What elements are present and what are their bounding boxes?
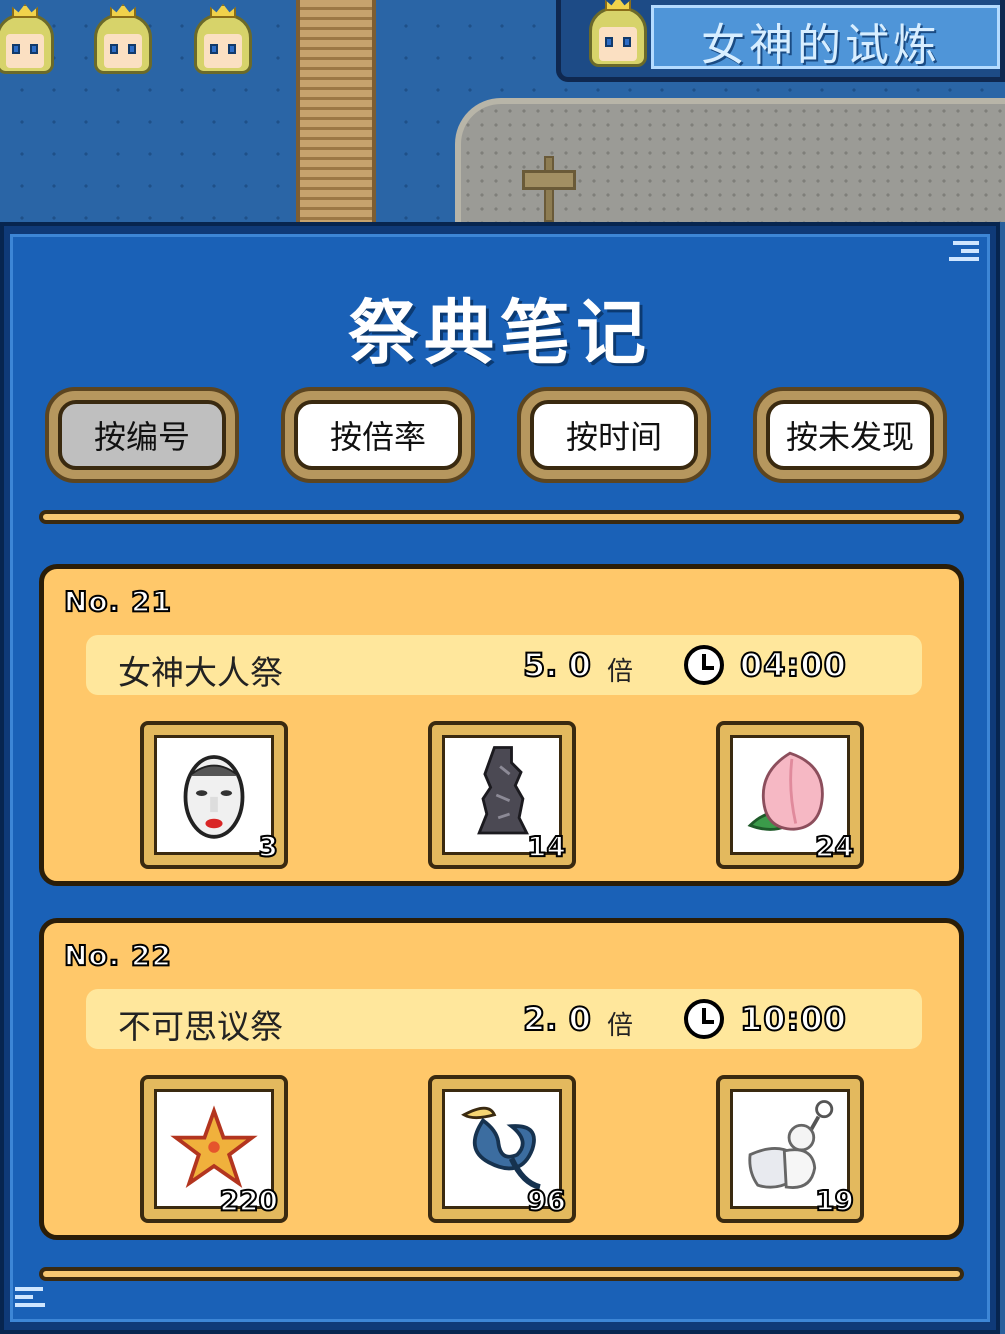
- mask-icon: [183, 755, 245, 839]
- festival-duration: 04:00: [739, 645, 847, 685]
- clock-icon: [684, 999, 724, 1039]
- party-member-avatar[interactable]: [88, 4, 158, 78]
- sort-by-undiscovered-button[interactable]: 按未发现: [753, 387, 947, 483]
- list-divider-bottom: [39, 1267, 964, 1281]
- clock-icon: [684, 645, 724, 685]
- festival-number: No. 21: [63, 584, 173, 619]
- item-slot-mask[interactable]: 3: [140, 721, 288, 869]
- festival-name: 不可思议祭: [118, 1007, 283, 1046]
- item-slot-peach[interactable]: 24: [716, 721, 864, 869]
- festival-card[interactable]: No. 22 不可思议祭 2. 0 倍 10:00 220 96 19: [39, 918, 964, 1240]
- item-count: 14: [526, 829, 567, 864]
- festival-duration: 10:00: [739, 999, 847, 1039]
- festival-card[interactable]: No. 21 女神大人祭 5. 0 倍 04:00 3 14 24: [39, 564, 964, 886]
- party-member-avatar[interactable]: [0, 4, 60, 78]
- sort-button-label: 按编号: [58, 400, 226, 470]
- item-slot-starfish[interactable]: 220: [140, 1075, 288, 1223]
- festival-info-bar: 不可思议祭 2. 0 倍 10:00: [86, 989, 922, 1049]
- goddess-avatar: [583, 0, 653, 71]
- sort-button-label: 按倍率: [294, 400, 462, 470]
- multiplier-unit: 倍: [607, 1011, 634, 1041]
- game-map-scene: 女神的试炼: [0, 0, 1005, 222]
- item-count: 24: [814, 829, 855, 864]
- item-count: 3: [257, 829, 279, 864]
- item-count: 220: [219, 1183, 279, 1218]
- sort-by-multiplier-button[interactable]: 按倍率: [281, 387, 475, 483]
- list-divider-top: [39, 510, 964, 524]
- item-slot-fishhook[interactable]: 96: [428, 1075, 576, 1223]
- festival-number: No. 22: [63, 938, 173, 973]
- wooden-bridge: [296, 0, 376, 222]
- corner-ornament-icon: [15, 1281, 55, 1315]
- item-slot-statue[interactable]: 14: [428, 721, 576, 869]
- festival-info-bar: 女神大人祭 5. 0 倍 04:00: [86, 635, 922, 695]
- festival-multiplier: 2. 0: [522, 999, 592, 1039]
- multiplier-unit: 倍: [607, 657, 634, 687]
- panel-title: 祭典笔记: [348, 292, 652, 374]
- sort-button-label: 按时间: [530, 400, 698, 470]
- quest-title: 女神的试炼: [701, 20, 941, 71]
- sort-by-number-button[interactable]: 按编号: [45, 387, 239, 483]
- item-slot-snowman-bottle[interactable]: 19: [716, 1075, 864, 1223]
- signpost: [522, 156, 576, 222]
- sort-by-time-button[interactable]: 按时间: [517, 387, 711, 483]
- festival-notes-panel: 祭典笔记 按编号 按倍率 按时间 按未发现 No. 21 女神大人祭 5. 0 …: [0, 222, 1000, 1334]
- corner-ornament-icon: [945, 237, 985, 271]
- party-member-avatar[interactable]: [188, 4, 258, 78]
- sort-button-label: 按未发现: [766, 400, 934, 470]
- festival-multiplier: 5. 0: [522, 645, 592, 685]
- item-count: 19: [814, 1183, 855, 1218]
- quest-banner[interactable]: 女神的试炼: [556, 0, 1005, 82]
- festival-name: 女神大人祭: [118, 653, 283, 692]
- item-count: 96: [526, 1183, 567, 1218]
